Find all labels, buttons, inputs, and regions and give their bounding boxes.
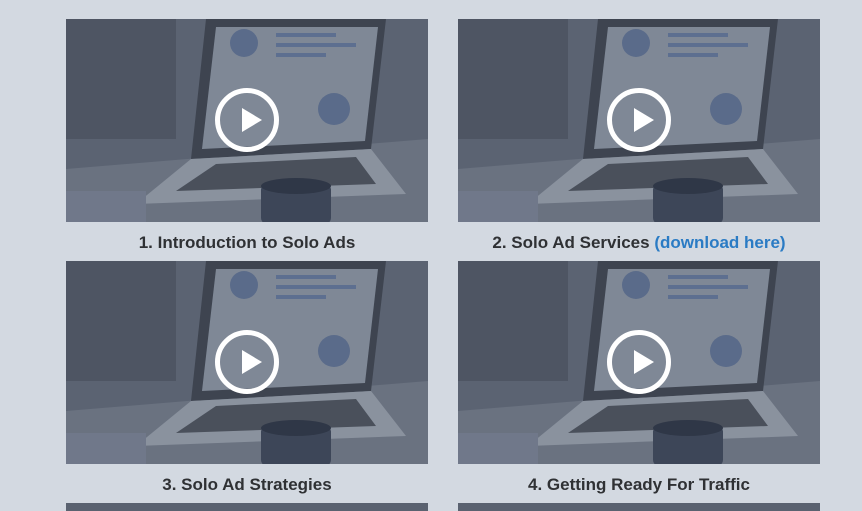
video-thumbnail-6-partial[interactable] <box>458 503 820 511</box>
video-card-3: 3. Solo Ad Strategies <box>66 261 428 495</box>
video-thumbnail-3[interactable] <box>66 261 428 464</box>
video-title-text: 4. Getting Ready For Traffic <box>528 475 750 494</box>
video-card-1: 1. Introduction to Solo Ads <box>66 19 428 253</box>
video-card-2: 2. Solo Ad Services (download here) <box>458 19 820 253</box>
play-circle-icon[interactable] <box>215 330 279 394</box>
video-grid: 1. Introduction to Solo Ads 2. Solo Ad S… <box>0 0 862 511</box>
video-title-3: 3. Solo Ad Strategies <box>66 475 428 495</box>
video-title-1: 1. Introduction to Solo Ads <box>66 233 428 253</box>
video-thumbnail-1[interactable] <box>66 19 428 222</box>
play-circle-icon[interactable] <box>607 330 671 394</box>
play-circle-icon[interactable] <box>607 88 671 152</box>
video-thumbnail-5-partial[interactable] <box>66 503 428 511</box>
video-title-text: 1. Introduction to Solo Ads <box>138 233 356 252</box>
video-title-2: 2. Solo Ad Services (download here) <box>458 233 820 253</box>
download-link[interactable]: (download here) <box>654 233 785 252</box>
video-title-4: 4. Getting Ready For Traffic <box>458 475 820 495</box>
video-title-text: 2. Solo Ad Services <box>492 233 650 252</box>
video-thumbnail-2[interactable] <box>458 19 820 222</box>
video-card-4: 4. Getting Ready For Traffic <box>458 261 820 495</box>
play-circle-icon[interactable] <box>215 88 279 152</box>
video-thumbnail-4[interactable] <box>458 261 820 464</box>
video-title-text: 3. Solo Ad Strategies <box>162 475 332 494</box>
